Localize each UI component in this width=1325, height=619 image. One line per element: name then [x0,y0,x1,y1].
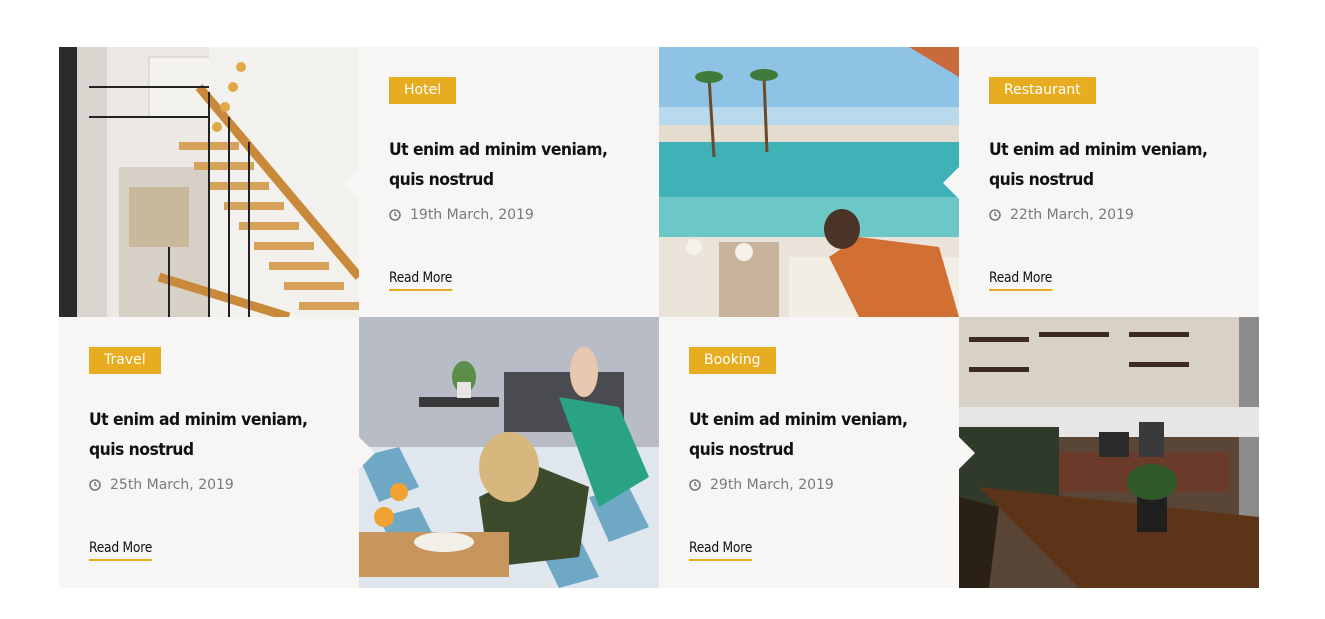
post-card: Booking Ut enim ad minim veniam, quis no… [659,317,975,588]
clock-icon [989,209,1001,221]
post-date: 19th March, 2019 [389,207,534,223]
blog-grid: Hotel Ut enim ad minim veniam, quis nost… [59,47,1259,588]
post-image-pool[interactable] [659,47,959,317]
post-image-breakfast-bed[interactable] [359,317,659,588]
category-tag[interactable]: Restaurant [989,77,1096,104]
post-date-text: 25th March, 2019 [110,477,234,493]
staircase-photo [59,47,359,317]
post-date: 25th March, 2019 [89,477,234,493]
post-date-text: 29th March, 2019 [710,477,834,493]
clock-icon [389,209,401,221]
category-tag[interactable]: Booking [689,347,776,374]
post-image-cafe[interactable] [959,317,1259,588]
pool-photo [659,47,959,317]
post-date-text: 19th March, 2019 [410,207,534,223]
post-date: 29th March, 2019 [689,477,834,493]
post-title[interactable]: Ut enim ad minim veniam, quis nostrud [389,135,610,195]
post-date-text: 22th March, 2019 [1010,207,1134,223]
category-tag[interactable]: Travel [89,347,161,374]
breakfast-bed-photo [359,317,659,588]
read-more-link[interactable]: Read More [89,540,152,561]
cafe-photo [959,317,1259,588]
post-title[interactable]: Ut enim ad minim veniam, quis nostrud [89,405,310,465]
clock-icon [689,479,701,491]
category-tag[interactable]: Hotel [389,77,457,104]
post-title[interactable]: Ut enim ad minim veniam, quis nostrud [689,405,910,465]
post-image-staircase[interactable] [59,47,359,317]
read-more-link[interactable]: Read More [389,270,452,291]
clock-icon [89,479,101,491]
post-card: Restaurant Ut enim ad minim veniam, quis… [943,47,1259,317]
post-title[interactable]: Ut enim ad minim veniam, quis nostrud [989,135,1210,195]
post-card: Travel Ut enim ad minim veniam, quis nos… [59,317,375,588]
read-more-link[interactable]: Read More [989,270,1052,291]
read-more-link[interactable]: Read More [689,540,752,561]
post-card: Hotel Ut enim ad minim veniam, quis nost… [343,47,659,317]
post-date: 22th March, 2019 [989,207,1134,223]
